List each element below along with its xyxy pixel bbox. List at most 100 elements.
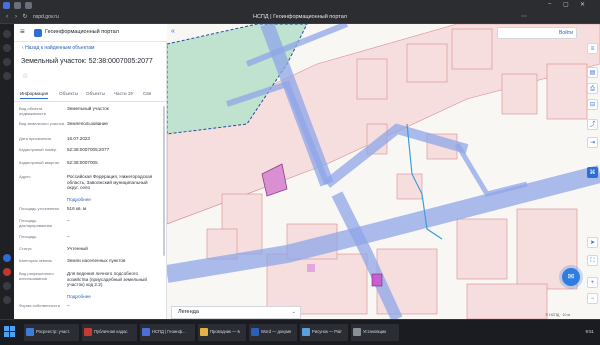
attribute-key: Вид объекта недвижимости [19,106,46,116]
login-box[interactable]: Войти [497,27,577,39]
sidebar-app-icon[interactable] [3,268,11,276]
address-bar: ‹ › ↻ nspd.gov.ru НСПД | Геоинформационн… [0,11,600,24]
attribute-value: – [67,303,70,308]
screen: – ▢ ✕ ‹ › ↻ nspd.gov.ru НСПД | Геоинформ… [0,0,600,345]
sidebar-app-icon[interactable] [3,282,11,290]
taskbar-item[interactable]: Проводник — Мой... [198,324,246,341]
reload-icon[interactable]: ↻ [21,13,29,21]
browser-sidebar [0,24,14,319]
tab-objects-2[interactable]: Объекты [86,91,105,96]
attribute-value: – [67,218,70,223]
minimize-icon[interactable]: – [548,1,551,7]
map-canvas[interactable] [167,24,600,319]
url-field[interactable]: nspd.gov.ru [33,13,173,22]
attribute-value: 52:38:0007005 [67,160,98,165]
taskbar: Росреестр: участ... Публичная кадас... Н… [0,319,600,345]
taskbar-item[interactable]: Публичная кадас... [82,324,137,341]
tab-information[interactable]: Информация [20,91,49,99]
tab-links[interactable]: Свя [143,91,151,96]
cadastral-map[interactable]: « Войти ≡ ▤ ⎙ ⊟ ⤴ ⇥ ⌘ ➤ ⛶ + − ✉ Легенда … [167,24,600,319]
extensions-icon[interactable]: ⋯ [520,13,528,21]
app-header: ≡ Геоинформационный портал [14,24,167,42]
sidebar-app-icon[interactable] [3,30,11,38]
taskbar-item-label: Публичная кадас... [94,329,128,334]
fullscreen-icon[interactable]: ⛶ [587,255,598,266]
object-title: Земельный участок: 52:38:0007005:2077 [21,58,153,65]
browser-logo-icon [3,2,10,9]
attribute-key: Статус [19,246,32,251]
tab-icon[interactable] [25,2,32,9]
share-icon[interactable]: ⤴ [587,119,598,130]
sidebar-app-icon[interactable] [3,44,11,52]
info-icon[interactable]: ⌘ [587,167,598,178]
attribute-value: 516 кв. м [67,206,87,211]
collapse-panel-icon[interactable]: « [171,28,175,35]
attribute-value: 16.07.2023 [67,136,90,141]
attribute-value: – [67,234,70,239]
panel-scrollbar[interactable] [163,106,165,256]
sidebar-app-icon[interactable] [3,72,11,80]
tab-objects[interactable]: Объекты [59,91,78,96]
chat-icon[interactable]: ✉ [562,268,580,286]
start-icon[interactable] [4,326,16,338]
app-icon [26,328,34,336]
app-icon [251,328,259,336]
taskbar-item-label: Установщик [363,329,387,334]
taskbar-item[interactable]: НСПД | Геоинф... [140,324,195,341]
app-icon [84,328,92,336]
favorite-star-icon[interactable]: ☆ [22,72,28,80]
layers-icon[interactable]: ≡ [587,43,598,54]
back-to-results-link[interactable]: ‹ Назад к найденным объектам [22,45,94,51]
zoom-in-icon[interactable]: + [587,277,598,288]
zoom-out-icon[interactable]: − [587,293,598,304]
measure-icon[interactable]: ⊟ [587,99,598,110]
attribute-key: Кадастровый номер [19,147,57,152]
taskbar-clock: 9:51 [585,329,594,334]
info-tabs: Информация Объекты Объекты Части ЗУ Свя [14,88,166,102]
taskbar-item-label: Word — документ [261,329,291,334]
print-icon[interactable]: ⎙ [587,83,598,94]
taskbar-item[interactable]: Установщик [351,324,399,341]
attribute-value: Для ведения личного подсобного хозяйства… [67,271,147,288]
forward-icon[interactable]: › [12,13,20,21]
locate-icon[interactable]: ➤ [587,237,598,248]
basemap-icon[interactable]: ▤ [587,67,598,78]
attribute-value: Земельный участок [67,106,109,111]
attribute-value: Российская Федерация, Нижегородская обла… [67,174,153,191]
taskbar-item-label: НСПД | Геоинф... [152,329,186,334]
attribute-key: Вид земельного участка [19,121,64,126]
taskbar-item[interactable]: Рисунок — Paint [300,324,348,341]
sidebar-app-icon[interactable] [3,58,11,66]
address-more-link[interactable]: Подробнее [67,197,159,203]
app-icon [353,328,361,336]
maximize-icon[interactable]: ▢ [563,1,569,8]
attribute-key: Форма собственности [19,303,60,308]
menu-icon[interactable]: ≡ [20,27,25,36]
chevron-down-icon[interactable]: ⌄ [292,309,296,315]
login-button[interactable]: Войти [559,29,573,38]
usage-more-link[interactable]: Подробнее [67,294,159,300]
object-info-panel: ‹ Назад к найденным объектам Земельный у… [14,42,167,319]
taskbar-item-label: Рисунок — Paint [312,329,342,334]
tab-icon[interactable] [14,2,21,9]
taskbar-item[interactable]: Word — документ [249,324,297,341]
sidebar-app-icon[interactable] [3,254,11,262]
attribute-key: Категория земель [19,258,53,263]
attribute-key: Площадь [19,234,37,239]
nspd-app: ≡ Геоинформационный портал ‹ Назад к най… [14,24,600,319]
app-icon [142,328,150,336]
attribute-value: Земли населенных пунктов [67,258,126,263]
tab-parts[interactable]: Части ЗУ [114,91,134,96]
legend-panel[interactable]: Легенда ⌄ [171,306,301,319]
legend-label: Легенда [178,309,199,315]
app-icon [200,328,208,336]
sidebar-app-icon[interactable] [3,296,11,304]
export-icon[interactable]: ⇥ [587,137,598,148]
attribute-key: Кадастровый квартал [19,160,60,165]
attribute-key: Дата присвоения [19,136,51,141]
close-icon[interactable]: ✕ [580,1,585,8]
attribute-value: 52:38:0007005:2077 [67,147,110,152]
back-icon[interactable]: ‹ [3,13,11,21]
attribute-key: Адрес [19,174,31,179]
taskbar-item[interactable]: Росреестр: участ... [24,324,79,341]
